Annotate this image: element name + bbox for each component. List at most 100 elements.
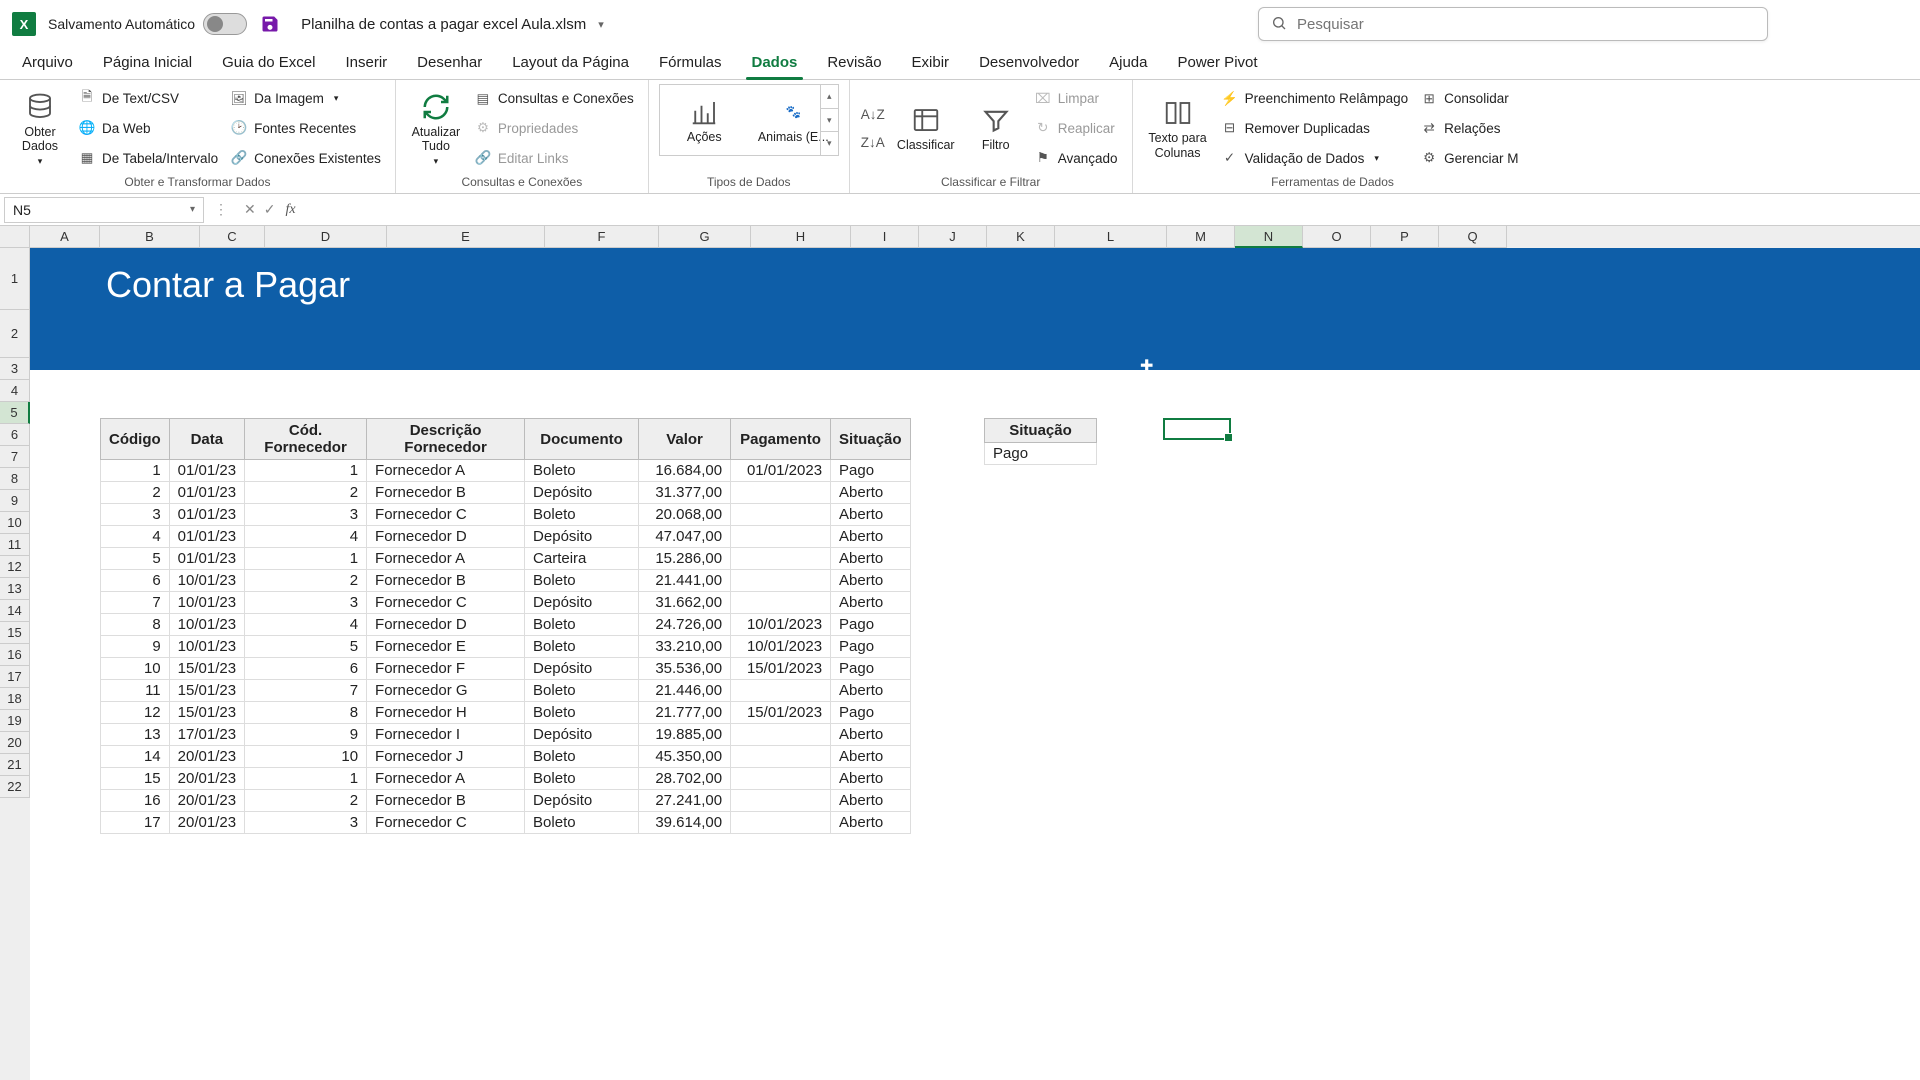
save-icon[interactable]: [259, 13, 281, 35]
row-header-21[interactable]: 21: [0, 754, 30, 776]
col-cód-fornecedor[interactable]: Cód. Fornecedor: [245, 419, 367, 460]
row-header-20[interactable]: 20: [0, 732, 30, 754]
row-header-10[interactable]: 10: [0, 512, 30, 534]
col-header-I[interactable]: I: [851, 226, 919, 248]
tab-power-pivot[interactable]: Power Pivot: [1164, 48, 1272, 79]
col-header-D[interactable]: D: [265, 226, 387, 248]
col-situação[interactable]: Situação: [831, 419, 911, 460]
table-row[interactable]: 1620/01/232Fornecedor BDepósito27.241,00…: [101, 790, 911, 812]
spreadsheet-grid[interactable]: ABCDEFGHIJKLMNOPQ 1234567891011121314151…: [0, 226, 1920, 1080]
tab-arquivo[interactable]: Arquivo: [8, 48, 87, 79]
row-header-8[interactable]: 8: [0, 468, 30, 490]
table-row[interactable]: 910/01/235Fornecedor EBoleto33.210,0010/…: [101, 636, 911, 658]
classificar-button[interactable]: Classificar: [890, 84, 962, 173]
autosave-toggle[interactable]: [203, 13, 247, 35]
da-web-button[interactable]: 🌐Da Web: [74, 117, 222, 139]
name-box[interactable]: N5 ▾: [4, 197, 204, 223]
col-header-N[interactable]: N: [1235, 226, 1303, 248]
col-header-B[interactable]: B: [100, 226, 200, 248]
accounts-table[interactable]: CódigoDataCód. FornecedorDescrição Forne…: [100, 418, 911, 834]
col-header-J[interactable]: J: [919, 226, 987, 248]
situacao-header[interactable]: Situação: [985, 419, 1097, 443]
preenchimento-relampago-button[interactable]: ⚡Preenchimento Relâmpago: [1217, 88, 1413, 110]
table-row[interactable]: 401/01/234Fornecedor DDepósito47.047,00A…: [101, 526, 911, 548]
cells-area[interactable]: Contar a Pagar ✚ CódigoDataCód. Forneced…: [30, 248, 1920, 1080]
col-data[interactable]: Data: [169, 419, 244, 460]
col-valor[interactable]: Valor: [639, 419, 731, 460]
data-types-gallery[interactable]: Ações 🐾 Animais (E... ▴ ▾ ▾: [659, 84, 839, 156]
row-header-1[interactable]: 1: [0, 248, 30, 310]
conexoes-existentes-button[interactable]: 🔗Conexões Existentes: [226, 147, 385, 169]
tab-inserir[interactable]: Inserir: [331, 48, 401, 79]
filtro-button[interactable]: Filtro: [966, 84, 1026, 173]
row-header-16[interactable]: 16: [0, 644, 30, 666]
limpar-button[interactable]: ⌧Limpar: [1030, 88, 1122, 110]
table-row[interactable]: 1115/01/237Fornecedor GBoleto21.446,00Ab…: [101, 680, 911, 702]
row-header-9[interactable]: 9: [0, 490, 30, 512]
table-row[interactable]: 301/01/233Fornecedor CBoleto20.068,00Abe…: [101, 504, 911, 526]
col-header-H[interactable]: H: [751, 226, 851, 248]
col-header-C[interactable]: C: [200, 226, 265, 248]
col-código[interactable]: Código: [101, 419, 170, 460]
tab-fórmulas[interactable]: Fórmulas: [645, 48, 736, 79]
gal-acoes[interactable]: Ações: [664, 96, 745, 144]
row-header-18[interactable]: 18: [0, 688, 30, 710]
col-documento[interactable]: Documento: [525, 419, 639, 460]
col-header-G[interactable]: G: [659, 226, 751, 248]
gallery-up-icon[interactable]: ▴: [821, 85, 838, 108]
row-header-12[interactable]: 12: [0, 556, 30, 578]
tab-exibir[interactable]: Exibir: [898, 48, 964, 79]
search-input[interactable]: [1297, 16, 1755, 33]
table-row[interactable]: 1317/01/239Fornecedor IDepósito19.885,00…: [101, 724, 911, 746]
search-box[interactable]: [1258, 7, 1768, 41]
row-header-19[interactable]: 19: [0, 710, 30, 732]
filename-dropdown-icon[interactable]: ▾: [598, 18, 604, 31]
row-header-14[interactable]: 14: [0, 600, 30, 622]
gerenciar-modelo-button[interactable]: ⚙Gerenciar M: [1416, 147, 1522, 169]
accept-icon[interactable]: ✓: [264, 201, 276, 218]
table-row[interactable]: 610/01/232Fornecedor BBoleto21.441,00Abe…: [101, 570, 911, 592]
tab-revisão[interactable]: Revisão: [813, 48, 895, 79]
propriedades-button[interactable]: ⚙Propriedades: [470, 117, 638, 139]
col-header-L[interactable]: L: [1055, 226, 1167, 248]
table-row[interactable]: 1420/01/2310Fornecedor JBoleto45.350,00A…: [101, 746, 911, 768]
editar-links-button[interactable]: 🔗Editar Links: [470, 147, 638, 169]
select-all-button[interactable]: [0, 226, 30, 248]
row-header-2[interactable]: 2: [0, 310, 30, 358]
col-pagamento[interactable]: Pagamento: [731, 419, 831, 460]
row-header-7[interactable]: 7: [0, 446, 30, 468]
gallery-down-icon[interactable]: ▾: [821, 108, 838, 132]
de-tabela-button[interactable]: ▦De Tabela/Intervalo: [74, 147, 222, 169]
row-header-22[interactable]: 22: [0, 776, 30, 798]
col-descrição-fornecedor[interactable]: Descrição Fornecedor: [367, 419, 525, 460]
col-header-F[interactable]: F: [545, 226, 659, 248]
row-header-15[interactable]: 15: [0, 622, 30, 644]
table-row[interactable]: 1015/01/236Fornecedor FDepósito35.536,00…: [101, 658, 911, 680]
row-header-13[interactable]: 13: [0, 578, 30, 600]
row-header-11[interactable]: 11: [0, 534, 30, 556]
row-header-6[interactable]: 6: [0, 424, 30, 446]
col-header-M[interactable]: M: [1167, 226, 1235, 248]
remover-duplicadas-button[interactable]: ⊟Remover Duplicadas: [1217, 117, 1413, 139]
chevron-down-icon[interactable]: ▾: [190, 204, 195, 215]
col-header-A[interactable]: A: [30, 226, 100, 248]
row-header-5[interactable]: 5: [0, 402, 30, 424]
tab-guia-do-excel[interactable]: Guia do Excel: [208, 48, 329, 79]
formula-input[interactable]: [304, 194, 1920, 225]
tab-dados[interactable]: Dados: [738, 48, 812, 79]
reaplicar-button[interactable]: ↻Reaplicar: [1030, 117, 1122, 139]
avancado-button[interactable]: ⚑Avançado: [1030, 147, 1122, 169]
col-header-E[interactable]: E: [387, 226, 545, 248]
col-header-Q[interactable]: Q: [1439, 226, 1507, 248]
table-row[interactable]: 1215/01/238Fornecedor HBoleto21.777,0015…: [101, 702, 911, 724]
col-header-K[interactable]: K: [987, 226, 1055, 248]
tab-desenvolvedor[interactable]: Desenvolvedor: [965, 48, 1093, 79]
atualizar-tudo-button[interactable]: Atualizar Tudo ▾: [406, 84, 466, 173]
obter-dados-button[interactable]: Obter Dados ▾: [10, 84, 70, 173]
table-row[interactable]: 810/01/234Fornecedor DBoleto24.726,0010/…: [101, 614, 911, 636]
tab-layout-da-página[interactable]: Layout da Página: [498, 48, 643, 79]
texto-para-colunas-button[interactable]: Texto para Colunas: [1143, 84, 1213, 173]
validacao-dados-button[interactable]: ✓Validação de Dados▾: [1217, 147, 1413, 169]
consolidar-button[interactable]: ⊞Consolidar: [1416, 88, 1522, 110]
sort-asc-button[interactable]: A↓Z: [860, 104, 886, 126]
